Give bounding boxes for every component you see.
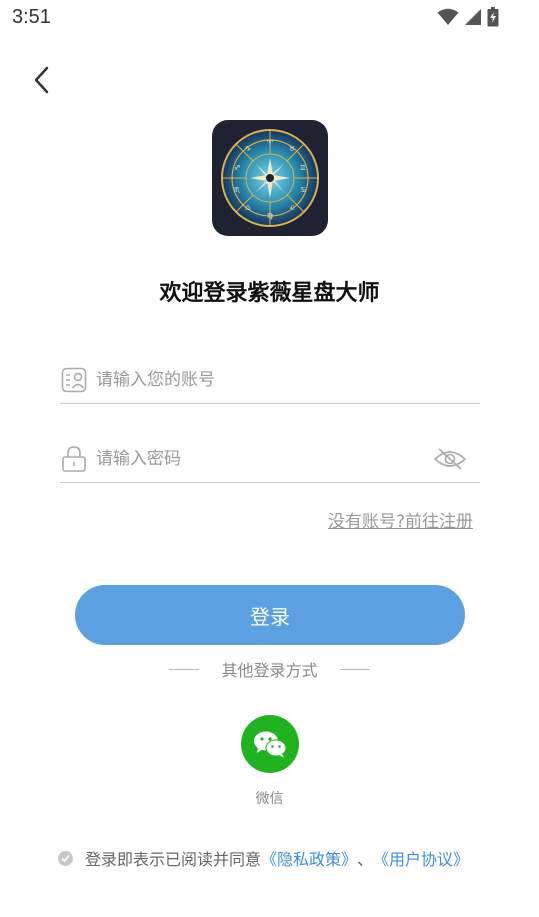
- password-input[interactable]: [96, 448, 430, 469]
- divider-line-right: [339, 668, 370, 670]
- wifi-icon: [437, 8, 459, 25]
- page-title: 欢迎登录紫薇星盘大师: [159, 281, 380, 306]
- cellular-signal-icon: [465, 9, 481, 25]
- account-input[interactable]: [96, 369, 480, 390]
- wechat-label: 微信: [255, 791, 284, 807]
- svg-text:♐: ♐: [234, 164, 240, 172]
- privacy-policy-link[interactable]: 《隐私政策》: [261, 846, 357, 870]
- svg-text:♊: ♊: [300, 164, 306, 172]
- svg-text:♈: ♈: [267, 139, 274, 147]
- wechat-icon: [254, 731, 287, 758]
- svg-text:♍: ♍: [267, 212, 274, 220]
- agreement-separator: 、: [357, 850, 374, 869]
- status-icons: [437, 7, 499, 27]
- svg-text:♑: ♑: [245, 145, 251, 153]
- svg-text:♌: ♌: [289, 204, 295, 212]
- register-link[interactable]: 没有账号?前往注册: [328, 507, 473, 532]
- toggle-password-visibility[interactable]: [430, 443, 470, 475]
- login-button[interactable]: 登录: [75, 585, 465, 645]
- svg-text:♉: ♉: [289, 145, 295, 153]
- svg-text:♎: ♎: [245, 204, 251, 212]
- battery-icon: [487, 7, 499, 27]
- user-icon: [60, 366, 88, 394]
- chevron-left-icon: [34, 66, 49, 94]
- other-login-divider: 其他登录方式: [0, 657, 539, 681]
- svg-text:♋: ♋: [300, 186, 306, 194]
- back-button[interactable]: [22, 60, 62, 100]
- password-field[interactable]: [60, 435, 480, 483]
- zodiac-wheel-icon: ♈ ♉ ♊ ♋ ♌ ♍ ♎ ♏ ♐ ♑: [221, 129, 319, 227]
- wechat-login-button[interactable]: [241, 715, 299, 773]
- eye-off-icon: [433, 447, 467, 470]
- agreement-row: 登录即表示已阅读并同意 《隐私政策》 、 《用户协议》: [58, 846, 469, 870]
- status-time: 3:51: [12, 6, 51, 28]
- check-icon: [61, 854, 70, 862]
- divider-line-left: [169, 668, 200, 670]
- lock-icon: [60, 445, 88, 473]
- status-bar: 3:51: [0, 0, 539, 36]
- user-agreement-link[interactable]: 《用户协议》: [373, 846, 469, 870]
- agree-checkbox[interactable]: [58, 850, 73, 866]
- other-login-label: 其他登录方式: [221, 661, 318, 680]
- app-logo: ♈ ♉ ♊ ♋ ♌ ♍ ♎ ♏ ♐ ♑: [212, 120, 328, 236]
- account-field[interactable]: [60, 356, 480, 404]
- agreement-text: 登录即表示已阅读并同意: [85, 850, 262, 869]
- svg-text:♏: ♏: [234, 186, 241, 194]
